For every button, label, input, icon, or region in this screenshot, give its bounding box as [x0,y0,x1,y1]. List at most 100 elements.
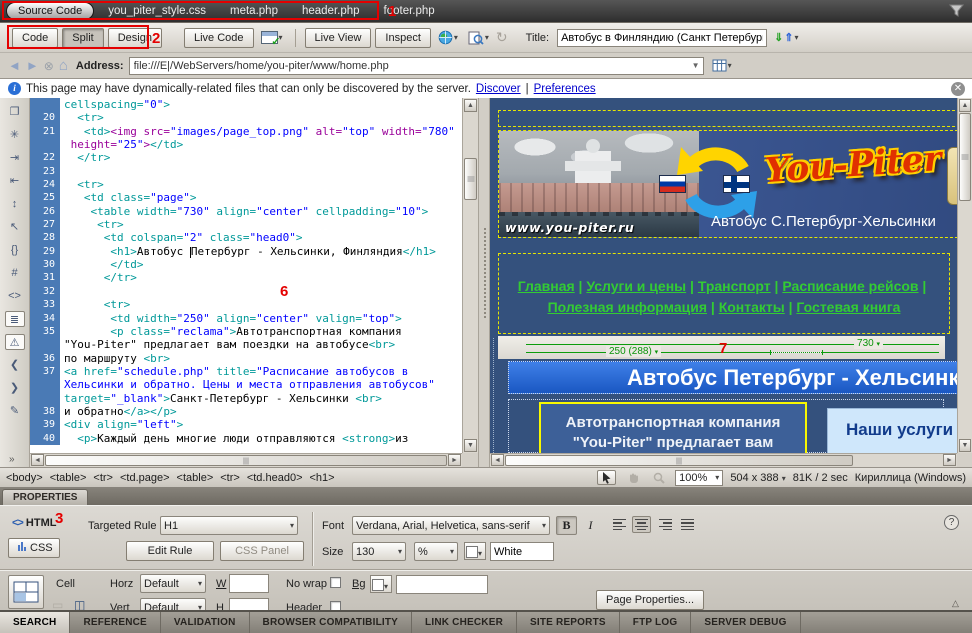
related-file-tab[interactable]: header.php [302,5,360,17]
syntax-error-alerts-icon[interactable]: ⚠ [5,334,25,350]
panel-tab-browser-compatibility[interactable]: BROWSER COMPATIBILITY [250,612,413,633]
scrollbar-thumb[interactable] [45,455,447,466]
scroll-right-icon[interactable]: ► [448,454,461,466]
discover-link[interactable]: Discover [476,83,521,95]
line-numbers-icon[interactable]: # [5,265,25,281]
bg-color-input[interactable] [396,575,488,594]
properties-tab[interactable]: PROPERTIES [2,489,88,505]
balance-braces-icon[interactable]: {} [5,242,25,258]
html-mode-button[interactable]: <> HTML [12,517,56,529]
css-mode-button[interactable]: CSS [8,538,60,558]
live-view-button[interactable]: Live View [305,28,372,48]
forward-icon[interactable]: ► [26,58,39,73]
panel-tab-ftp-log[interactable]: FTP LOG [620,612,692,633]
design-view-button[interactable]: Design [108,28,162,48]
align-justify-icon[interactable] [678,516,697,533]
window-size-select[interactable]: 504 x 388 ▾ [730,472,785,484]
reclama-box[interactable]: Автотранспортная компания "You-Piter" пр… [539,402,807,453]
scrollbar-thumb[interactable] [959,113,971,201]
validation-icon[interactable]: ▾ [465,29,492,47]
highlight-invalid-code-icon[interactable]: <> [5,288,25,304]
panel-tab-site-reports[interactable]: SITE REPORTS [517,612,620,633]
align-center-icon[interactable] [632,516,651,533]
check-page-icon[interactable]: ▾ [258,29,286,46]
nav-link[interactable]: Контакты [719,299,785,315]
scroll-down-icon[interactable]: ▼ [464,439,477,452]
targeted-rule-select[interactable]: H1▾ [160,516,298,535]
design-vertical-scrollbar[interactable]: ▲ ▼ [957,98,972,453]
nav-link[interactable]: Транспорт [698,278,771,294]
zoom-tool-icon[interactable] [649,470,668,485]
design-view[interactable]: www.you-piter.ru You-Piter Автобус С.Пет… [490,98,972,467]
align-left-icon[interactable] [610,516,629,533]
bold-button[interactable]: B [556,516,577,535]
browser-list-icon[interactable]: ▾ [709,57,735,74]
select-tool-icon[interactable] [597,470,616,485]
horz-select[interactable]: Default▾ [140,574,206,593]
tag-selector-item[interactable]: <body> [6,472,43,484]
scroll-right-icon[interactable]: ► [943,454,956,466]
expand-all-icon[interactable]: ↕ [5,196,25,212]
tag-selector-item[interactable]: <tr> [220,472,240,484]
toolbar-overflow-icon[interactable]: » [9,454,15,465]
size-select[interactable]: 130▾ [352,542,406,561]
stop-icon[interactable]: ⊗ [44,59,54,73]
code-view-button[interactable]: Code [12,28,58,48]
page-properties-button[interactable]: Page Properties... [596,590,704,610]
page-heading-banner[interactable]: Автобус Петербург - Хельсинки [508,361,957,394]
collapse-full-tag-icon[interactable]: ⇥ [5,150,25,166]
address-input[interactable] [130,59,689,73]
hand-tool-icon[interactable] [623,470,642,485]
recent-snippets-icon[interactable]: ✎ [5,403,25,419]
table-width-label[interactable]: 730 ▾ [854,338,883,349]
apply-comment-icon[interactable]: ❮ [5,357,25,373]
bg-color-swatch[interactable]: ▾ [370,575,392,593]
refresh-icon[interactable]: ↻ [496,29,508,46]
scroll-left-icon[interactable]: ◄ [31,454,44,466]
file-management-icon[interactable]: ⇓⇑▾ [771,29,801,46]
magnification-select[interactable]: 100%▾ [675,470,723,486]
tag-selector-item[interactable]: <td.page> [120,472,170,484]
open-documents-icon[interactable]: ❐ [5,104,25,120]
tag-selector-item[interactable]: <tr> [93,472,113,484]
tag-selector-item[interactable]: <table> [50,472,87,484]
help-icon[interactable]: ? [944,515,959,530]
select-parent-tag-icon[interactable]: ↖ [5,219,25,235]
inspect-button[interactable]: Inspect [375,28,430,48]
nav-link[interactable]: Расписание рейсов [782,278,918,294]
nav-link[interactable]: Полезная информация [548,299,707,315]
title-input[interactable] [557,29,767,47]
css-panel-button[interactable]: CSS Panel [220,541,304,561]
scroll-up-icon[interactable]: ▲ [959,99,971,112]
scroll-left-icon[interactable]: ◄ [491,454,504,466]
text-color-swatch[interactable]: ▾ [464,542,486,560]
preferences-link[interactable]: Preferences [534,83,596,95]
tag-selector-item[interactable]: <td.head0> [247,472,303,484]
word-wrap-icon[interactable]: ≣ [5,311,25,327]
tag-selector-item[interactable]: <table> [177,472,214,484]
site-nav-menu[interactable]: Главная | Услуги и цены | Транспорт | Ра… [498,253,950,334]
close-info-bar-icon[interactable]: ✕ [951,82,965,96]
nav-link[interactable]: Главная [518,278,575,294]
w-input[interactable] [229,574,269,593]
design-canvas[interactable]: www.you-piter.ru You-Piter Автобус С.Пет… [490,98,957,453]
remove-comment-icon[interactable]: ❯ [5,380,25,396]
collapse-panel-icon[interactable]: △ [952,598,959,609]
panel-tab-server-debug[interactable]: SERVER DEBUG [691,612,800,633]
code-horizontal-scrollbar[interactable]: ◄ ► [30,453,462,467]
nav-link[interactable]: Гостевая книга [796,299,900,315]
preview-in-browser-icon[interactable]: ▾ [435,28,461,47]
home-icon[interactable]: ⌂ [59,57,68,74]
code-view[interactable]: cellspacing="0">20 <tr>21 <td><img src="… [30,98,478,467]
address-dropdown-icon[interactable]: ▼ [689,61,703,70]
split-view-divider[interactable] [478,98,490,467]
services-box[interactable]: Наши услуги [827,408,957,453]
panel-tab-validation[interactable]: VALIDATION [161,612,250,633]
nowrap-checkbox[interactable] [330,577,341,588]
scrollbar-thumb[interactable] [464,158,477,200]
collapse-selection-icon[interactable]: ⇤ [5,173,25,189]
align-right-icon[interactable] [656,516,675,533]
panel-tab-search[interactable]: SEARCH [0,612,70,633]
page-top-row[interactable] [498,110,957,127]
scrollbar-thumb[interactable] [505,455,853,466]
